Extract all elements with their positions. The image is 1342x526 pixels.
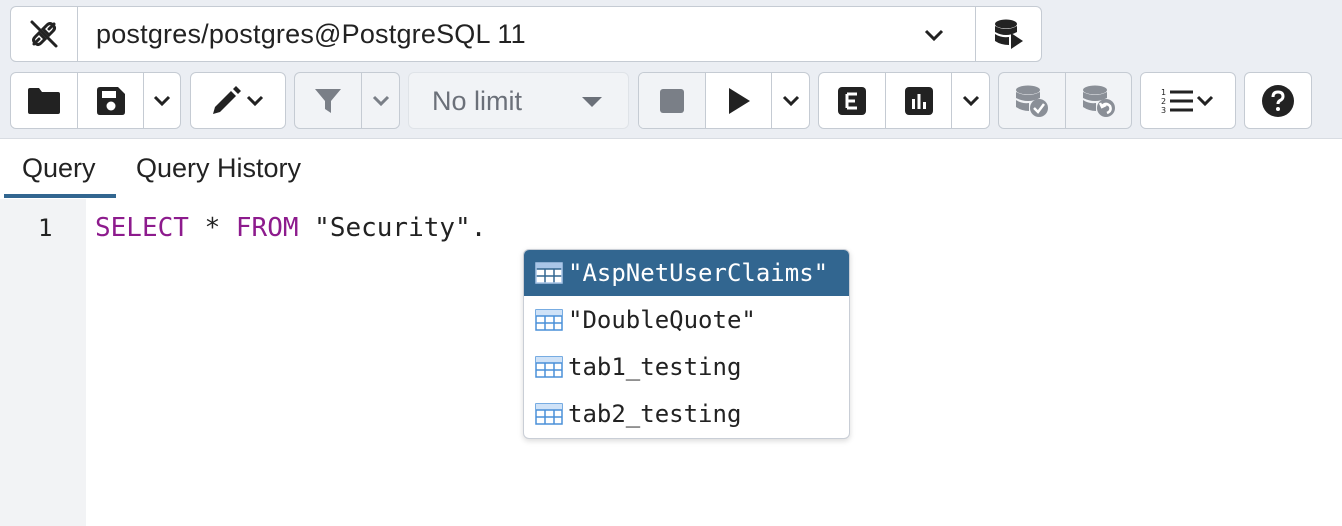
chevron-down-icon — [246, 95, 264, 106]
table-icon — [535, 262, 563, 284]
autocomplete-item[interactable]: tab2_testing — [524, 391, 849, 437]
table-icon — [535, 403, 563, 425]
svg-text:2: 2 — [1161, 97, 1166, 106]
new-connection-button[interactable] — [975, 7, 1041, 61]
table-icon — [535, 356, 563, 378]
numbered-list-icon: 1 2 3 — [1161, 88, 1193, 115]
filter-options-dropdown[interactable] — [361, 73, 399, 128]
help-button-inner[interactable] — [1245, 73, 1311, 128]
file-button-group — [10, 72, 181, 129]
save-file-button[interactable] — [77, 73, 143, 128]
autocomplete-item[interactable]: tab1_testing — [524, 344, 849, 390]
sql-keyword: FROM — [235, 213, 299, 243]
code-line[interactable]: SELECT * FROM "Security". — [95, 213, 486, 243]
execute-options-dropdown[interactable] — [771, 73, 809, 128]
explain-button[interactable] — [819, 73, 885, 128]
explain-icon — [838, 86, 866, 115]
svg-text:3: 3 — [1161, 106, 1166, 115]
line-number: 1 — [38, 214, 53, 242]
code-text: "Security". — [298, 213, 487, 243]
autocomplete-popup: "AspNetUserClaims" "DoubleQuote" tab1_te… — [523, 249, 850, 439]
save-icon — [96, 86, 125, 115]
macros-menu-button[interactable]: 1 2 3 — [1141, 73, 1235, 128]
autocomplete-item[interactable]: "AspNetUserClaims" — [524, 250, 849, 296]
open-file-button[interactable] — [11, 73, 77, 128]
autocomplete-item-label: "AspNetUserClaims" — [568, 259, 829, 287]
connection-label: postgres/postgres@PostgreSQL 11 — [96, 19, 526, 49]
chevron-down-icon — [924, 29, 944, 42]
database-play-icon — [994, 19, 1023, 49]
autocomplete-item[interactable]: "DoubleQuote" — [524, 297, 849, 343]
connection-status-button[interactable] — [11, 7, 77, 61]
filter-icon — [315, 88, 341, 113]
database-rollback-icon — [1082, 85, 1115, 117]
tab-query-history[interactable]: Query History — [136, 153, 301, 184]
filter-button-group — [294, 72, 400, 129]
filter-button[interactable] — [295, 73, 361, 128]
editor-tabs: Query Query History — [0, 138, 1342, 200]
stop-icon — [660, 88, 684, 113]
pencil-icon — [213, 85, 241, 114]
svg-text:1: 1 — [1161, 88, 1166, 97]
active-tab-indicator — [4, 194, 116, 198]
line-number-gutter — [0, 199, 86, 526]
folder-icon — [28, 87, 60, 114]
autocomplete-item-label: tab2_testing — [568, 400, 742, 428]
autocomplete-item-label: "DoubleQuote" — [568, 306, 756, 334]
database-commit-icon — [1016, 85, 1048, 117]
stop-button[interactable] — [639, 73, 705, 128]
tab-query[interactable]: Query — [22, 153, 96, 184]
macros-button-group: 1 2 3 — [1140, 72, 1236, 129]
play-icon — [728, 87, 750, 114]
explain-button-group — [818, 72, 990, 129]
explain-options-dropdown[interactable] — [951, 73, 989, 128]
edit-button-group — [190, 72, 286, 129]
caret-down-icon — [582, 97, 602, 107]
chevron-down-icon — [372, 95, 389, 106]
chevron-down-icon — [962, 95, 979, 106]
chevron-down-icon — [782, 95, 799, 106]
rollback-button[interactable] — [1065, 73, 1131, 128]
help-icon — [1262, 84, 1294, 117]
edit-menu-button[interactable] — [191, 73, 285, 128]
code-text: * — [188, 213, 236, 243]
explain-analyze-button[interactable] — [885, 73, 951, 128]
disconnected-plug-icon — [30, 20, 58, 48]
execute-button[interactable] — [705, 73, 771, 128]
table-icon — [535, 309, 563, 331]
chevron-down-icon — [1196, 95, 1214, 106]
analyze-chart-icon — [904, 86, 933, 115]
query-tool-toolbar: postgres/postgres@PostgreSQL 11 No limit… — [0, 0, 1342, 138]
row-limit-label: No limit — [432, 86, 523, 116]
commit-button[interactable] — [999, 73, 1065, 128]
chevron-down-icon — [153, 95, 171, 106]
sql-keyword: SELECT — [95, 213, 189, 243]
autocomplete-item-label: tab1_testing — [568, 353, 742, 381]
execution-button-group — [638, 72, 810, 129]
transaction-button-group — [998, 72, 1132, 129]
help-button[interactable] — [1244, 72, 1312, 129]
save-options-dropdown[interactable] — [143, 73, 180, 128]
